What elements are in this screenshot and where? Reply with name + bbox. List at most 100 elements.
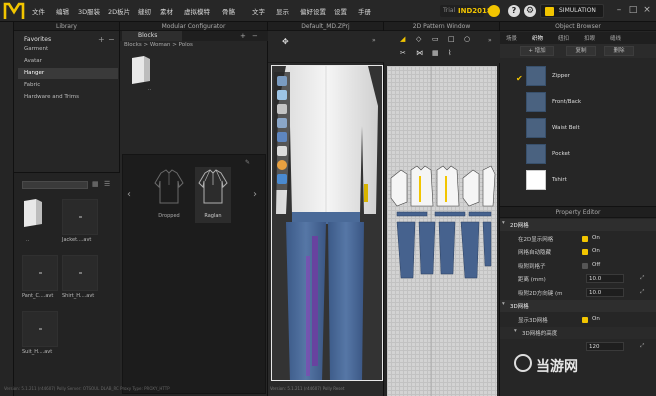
polygon-icon[interactable]: ▭ bbox=[432, 35, 439, 43]
expand-arrow-icon[interactable]: ▾ bbox=[502, 220, 505, 226]
library-item[interactable]: Fabric bbox=[24, 80, 116, 91]
object-tab[interactable]: 扣眼 bbox=[584, 34, 595, 42]
edit-point-icon[interactable]: ◇ bbox=[416, 35, 421, 43]
object-tab[interactable]: 纽扣 bbox=[558, 34, 569, 42]
add-fabric-button[interactable]: + 增加 bbox=[520, 46, 554, 56]
segment-sew-icon[interactable]: ⋈ bbox=[416, 49, 423, 57]
fold-icon[interactable]: ⌇ bbox=[448, 49, 451, 57]
folder-up-tile[interactable]: .. bbox=[130, 56, 158, 92]
tab-blocks[interactable]: Blocks bbox=[122, 31, 182, 41]
menu-item[interactable]: 2D板片 bbox=[108, 6, 130, 16]
style-raglan-tile[interactable]: Raglan bbox=[195, 167, 231, 223]
property-input[interactable]: 120 bbox=[586, 341, 624, 351]
edit-icon[interactable]: ✎ bbox=[245, 159, 250, 166]
library-file-tile[interactable] bbox=[22, 255, 58, 291]
delete-fabric-button[interactable]: 删除 bbox=[604, 46, 634, 56]
expand-icon[interactable]: » bbox=[372, 37, 376, 44]
garment-icon[interactable] bbox=[277, 118, 287, 128]
mesh-icon[interactable] bbox=[277, 104, 287, 114]
simulation-button[interactable]: SIMULATION bbox=[540, 4, 604, 18]
chevron-right-icon[interactable]: › bbox=[253, 189, 257, 200]
shirt-icon[interactable] bbox=[277, 146, 287, 156]
transform-tool-icon[interactable]: ◢ bbox=[400, 35, 405, 43]
2d-pattern-canvas[interactable] bbox=[387, 66, 497, 396]
edit-icon[interactable]: ⤢ bbox=[640, 275, 644, 282]
menu-item[interactable]: 显示 bbox=[276, 6, 289, 16]
circle-icon[interactable]: ○ bbox=[464, 35, 470, 43]
library-item[interactable]: Avatar bbox=[24, 56, 116, 67]
light-icon[interactable] bbox=[277, 160, 287, 170]
library-file-tile[interactable] bbox=[22, 311, 58, 347]
edit-icon[interactable]: ⤢ bbox=[640, 289, 644, 296]
fabric-list-item[interactable]: Waist Belt bbox=[500, 118, 656, 138]
menu-item[interactable]: 设置 bbox=[334, 6, 347, 16]
expand-arrow-icon[interactable]: ▾ bbox=[514, 328, 517, 334]
property-checkbox[interactable] bbox=[582, 249, 588, 255]
add-icon[interactable]: + bbox=[240, 32, 246, 40]
library-file-tile[interactable] bbox=[62, 255, 98, 291]
object-tab[interactable]: 缝线 bbox=[610, 34, 621, 42]
style-dropped-tile[interactable]: Dropped bbox=[151, 167, 187, 223]
library-file-tile[interactable] bbox=[22, 199, 58, 235]
help-icon[interactable]: ? bbox=[508, 5, 520, 17]
list-view-icon[interactable]: ☰ bbox=[104, 180, 110, 188]
property-checkbox[interactable] bbox=[582, 235, 588, 242]
library-item[interactable]: Garment bbox=[24, 44, 116, 55]
property-row: 120 ⤢ bbox=[500, 341, 656, 353]
texture-edit-icon[interactable]: ▦ bbox=[432, 49, 439, 57]
fabric-list-item[interactable]: Front/Back bbox=[500, 92, 656, 112]
property-input[interactable]: 10.0 bbox=[586, 287, 624, 297]
library-search-input[interactable] bbox=[22, 181, 88, 189]
copy-fabric-button[interactable]: 复制 bbox=[566, 46, 596, 56]
select-tool-icon[interactable]: ✥ bbox=[282, 37, 289, 46]
object-tab[interactable]: 织物 bbox=[532, 34, 543, 42]
app-logo-icon[interactable] bbox=[3, 1, 25, 21]
menu-item[interactable]: 虚拟模特 bbox=[184, 6, 210, 16]
maximize-icon[interactable]: □ bbox=[628, 5, 638, 15]
avatar-icon[interactable] bbox=[277, 76, 287, 86]
chevron-left-icon[interactable]: ‹ bbox=[127, 189, 131, 200]
gear-icon[interactable]: ⚙ bbox=[524, 5, 536, 17]
3d-viewport[interactable] bbox=[271, 65, 383, 381]
grid-view-icon[interactable]: ▦ bbox=[92, 180, 99, 188]
close-icon[interactable]: × bbox=[642, 5, 652, 15]
menu-item[interactable]: 偏好设置 bbox=[300, 6, 326, 16]
library-item[interactable]: Hardware and Trims bbox=[24, 92, 116, 103]
object-tab[interactable]: 场景 bbox=[506, 34, 517, 42]
add-icon[interactable]: + bbox=[98, 35, 105, 44]
property-row[interactable]: ▾ 3D网格 bbox=[500, 300, 656, 312]
pattern-icon[interactable] bbox=[277, 132, 287, 142]
menu-item[interactable]: 手册 bbox=[358, 6, 371, 16]
menu-item[interactable]: 素材 bbox=[160, 6, 173, 16]
menu-item[interactable]: 缝纫 bbox=[138, 6, 151, 16]
property-label: 在2D显示网格 bbox=[518, 236, 554, 243]
minimize-icon[interactable]: – bbox=[614, 5, 624, 15]
favorites-label: Favorites bbox=[24, 36, 52, 43]
expand-arrow-icon[interactable]: ▾ bbox=[502, 301, 505, 307]
menu-item[interactable]: 文件 bbox=[32, 6, 45, 16]
expand-icon[interactable]: » bbox=[488, 37, 492, 44]
menu-item[interactable]: 文字 bbox=[252, 6, 265, 16]
menu-item[interactable]: 编辑 bbox=[56, 6, 69, 16]
property-checkbox[interactable] bbox=[582, 262, 588, 269]
remove-icon[interactable]: − bbox=[108, 35, 115, 44]
texture-icon[interactable] bbox=[277, 90, 287, 100]
menu-item[interactable]: 骨骼 bbox=[222, 6, 235, 16]
property-input[interactable]: 10.0 bbox=[586, 274, 624, 283]
fabric-list-item[interactable]: Tshirt bbox=[500, 170, 656, 190]
property-checkbox[interactable] bbox=[582, 316, 588, 323]
library-item[interactable]: Hanger bbox=[18, 68, 118, 79]
fabric-list-item[interactable]: Zipper bbox=[500, 66, 656, 86]
property-row[interactable]: ▾ 2D网格 bbox=[500, 219, 656, 231]
remove-icon[interactable]: − bbox=[252, 32, 258, 40]
property-row: ▾ 3D网格的高度 bbox=[500, 327, 656, 339]
sewing-icon[interactable]: ✂ bbox=[400, 49, 406, 57]
cloud-icon[interactable] bbox=[488, 5, 500, 17]
fabric-list-item[interactable]: Pocket bbox=[500, 144, 656, 164]
file-thumbnail bbox=[79, 216, 82, 218]
rectangle-icon[interactable]: □ bbox=[448, 35, 455, 43]
library-file-tile[interactable] bbox=[62, 199, 98, 235]
edit-icon[interactable]: ⤢ bbox=[640, 343, 644, 350]
menu-item[interactable]: 3D服装 bbox=[78, 6, 100, 16]
camera-icon[interactable] bbox=[277, 174, 287, 184]
